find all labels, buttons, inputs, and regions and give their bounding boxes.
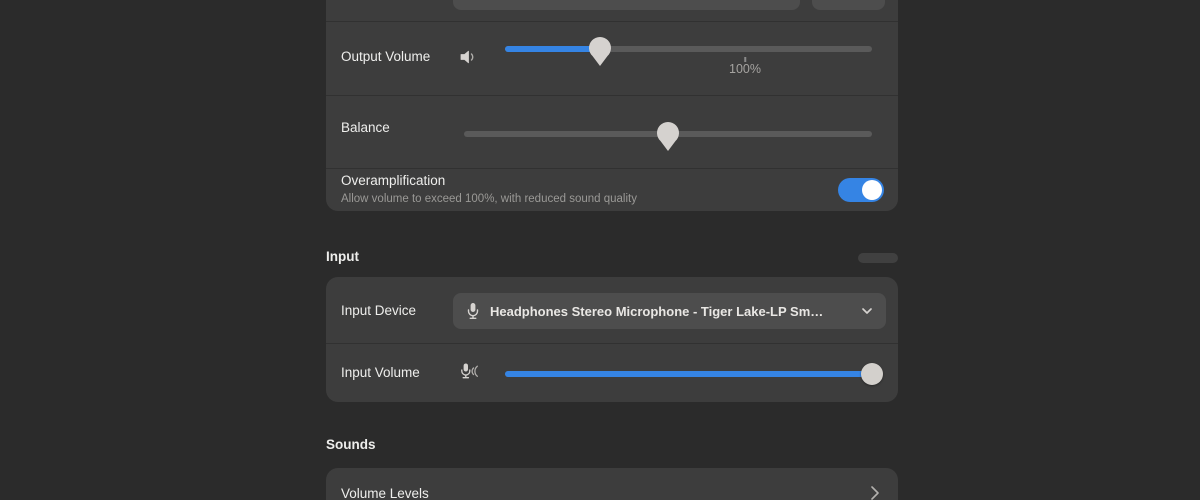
input-volume-slider-fill xyxy=(505,371,872,377)
input-volume-slider[interactable] xyxy=(505,363,883,385)
input-level-indicator xyxy=(858,253,898,263)
output-volume-slider[interactable]: 100% xyxy=(505,36,872,76)
sounds-section-header: Sounds xyxy=(326,437,376,452)
output-device-dropdown-partial[interactable] xyxy=(453,0,800,10)
input-device-dropdown[interactable]: Headphones Stereo Microphone - Tiger Lak… xyxy=(453,293,886,329)
row-separator xyxy=(326,343,898,344)
test-button-partial[interactable] xyxy=(812,0,885,10)
input-section-header: Input xyxy=(326,249,359,264)
chevron-right-icon xyxy=(871,486,879,500)
balance-slider-handle[interactable] xyxy=(655,121,681,153)
input-device-label: Input Device xyxy=(341,303,417,318)
speaker-volume-icon xyxy=(460,50,474,64)
sound-settings-panel: Output Volume 100% Balance Overamplifica… xyxy=(0,0,1200,500)
output-volume-slider-handle[interactable] xyxy=(587,36,613,68)
overamplification-label: Overamplification xyxy=(341,173,446,188)
input-volume-label: Input Volume xyxy=(341,365,420,380)
row-separator xyxy=(326,95,898,96)
chevron-down-icon xyxy=(862,308,872,314)
microphone-sensitivity-icon xyxy=(461,363,478,379)
input-device-value: Headphones Stereo Microphone - Tiger Lak… xyxy=(490,303,824,319)
overamplification-description: Allow volume to exceed 100%, with reduce… xyxy=(341,193,637,205)
volume-levels-row[interactable] xyxy=(340,468,898,500)
overamplification-toggle[interactable] xyxy=(838,178,884,202)
microphone-icon xyxy=(467,303,479,319)
input-volume-slider-handle[interactable] xyxy=(861,363,883,385)
volume-100-mark-label: 100% xyxy=(729,62,762,76)
output-volume-label: Output Volume xyxy=(341,49,431,64)
balance-label: Balance xyxy=(341,120,390,135)
balance-slider[interactable] xyxy=(464,121,872,151)
row-separator xyxy=(326,168,898,169)
row-separator xyxy=(326,21,898,22)
toggle-knob xyxy=(862,180,882,200)
output-volume-slider-fill xyxy=(505,46,601,52)
